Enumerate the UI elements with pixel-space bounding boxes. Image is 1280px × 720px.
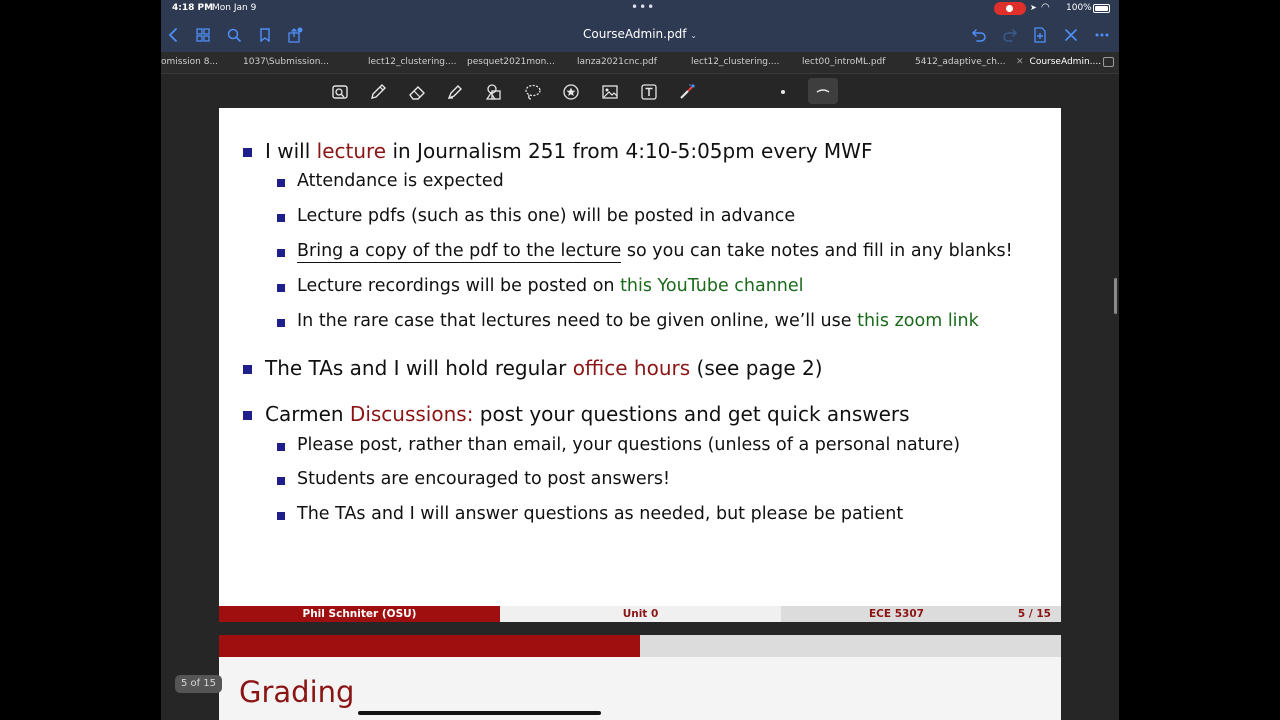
- multitasking-dots-icon[interactable]: •••: [631, 0, 655, 14]
- subbullet-lecture-pdfs: Lecture pdfs (such as this one) will be …: [276, 206, 796, 226]
- pen-icon[interactable]: [367, 81, 389, 103]
- office-hours-highlight: office hours: [572, 356, 691, 380]
- pdf-page-5[interactable]: I will lecture in Journalism 251 from 4:…: [219, 108, 1061, 622]
- add-page-icon[interactable]: [1030, 25, 1050, 45]
- battery-icon: [1093, 4, 1110, 13]
- page6-heading: Grading: [239, 675, 355, 709]
- subbullet-online: In the rare case that lectures need to b…: [277, 311, 979, 331]
- eraser-icon[interactable]: [406, 81, 428, 103]
- subbullet-tas-answer: The TAs and I will answer questions as n…: [276, 504, 904, 524]
- footer-page: 5 / 15: [1017, 608, 1051, 620]
- carmen-post: post your questions and get quick answer…: [473, 402, 910, 426]
- page-indicator: 5 of 15: [175, 675, 222, 693]
- tab-0[interactable]: omission 8...: [161, 57, 218, 67]
- bullet-lecture-pre: I will: [265, 139, 317, 163]
- undo-icon[interactable]: [969, 25, 989, 45]
- dot-size-icon[interactable]: [772, 81, 794, 103]
- chevron-down-icon: ⌄: [690, 31, 697, 40]
- subbullet-please-post: Please post, rather than email, your que…: [276, 435, 961, 455]
- footer-course: ECE 5307: [869, 608, 924, 620]
- home-indicator[interactable]: [358, 711, 601, 715]
- footer-author: Phil Schniter (OSU): [219, 606, 500, 622]
- sidebar-toggle-icon[interactable]: [1103, 57, 1114, 67]
- office-hours-pre: The TAs and I will hold regular: [265, 356, 573, 380]
- page6-header-bar-right: [640, 635, 1061, 657]
- zoom-link[interactable]: this zoom link: [857, 311, 979, 331]
- ipad-screen: 4:18 PM Mon Jan 9 ••• ➤ ◠ 100% CourseAdm…: [161, 0, 1119, 720]
- highlighter-icon[interactable]: [444, 81, 466, 103]
- subbullet-attendance: Attendance is expected: [277, 171, 504, 191]
- screen-recording-icon[interactable]: [994, 2, 1026, 15]
- office-hours-post: (see page 2): [690, 356, 823, 380]
- subbullet-students-encouraged: Students are encouraged to post answers!: [276, 469, 671, 489]
- wifi-icon: ◠: [1041, 2, 1050, 13]
- subbullet-bring-copy: Bring a copy of the pdf to the lecture s…: [277, 241, 1013, 263]
- document-title-text: CourseAdmin.pdf: [583, 27, 687, 41]
- scroll-indicator[interactable]: [1114, 278, 1117, 314]
- page6-header-bar: [219, 635, 640, 657]
- bullet-carmen: Carmen Discussions: post your questions …: [243, 402, 910, 426]
- online-text: In the rare case that lectures need to b…: [297, 311, 858, 331]
- tab-8-label: CourseAdmin....: [1029, 57, 1102, 67]
- footer-unit: Unit 0: [500, 606, 781, 622]
- tab-5[interactable]: lect12_clustering....: [691, 57, 779, 67]
- tab-1[interactable]: 1037\Submission...: [243, 57, 329, 67]
- bring-copy-rest: so you can take notes and fill in any bl…: [621, 241, 1013, 261]
- bring-copy-underlined: Bring a copy of the pdf to the lecture: [297, 241, 622, 263]
- tab-6[interactable]: lect00_introML.pdf: [802, 57, 885, 67]
- tab-3[interactable]: pesquet2021mon...: [467, 57, 555, 67]
- tab-4[interactable]: lanza2021cnc.pdf: [577, 57, 657, 67]
- title-bar: CourseAdmin.pdf ⌄: [161, 18, 1119, 52]
- recordings-text: Lecture recordings will be posted on: [297, 276, 621, 296]
- shapes-icon[interactable]: [483, 81, 505, 103]
- carmen-pre: Carmen: [265, 402, 350, 426]
- lasso-select-icon[interactable]: [329, 81, 351, 103]
- redo-icon[interactable]: [1000, 25, 1020, 45]
- tab-7[interactable]: 5412_adaptive_ch...: [915, 57, 1006, 67]
- close-tab-icon[interactable]: ✕: [1016, 57, 1024, 67]
- pdf-page-6[interactable]: Grading: [219, 635, 1061, 720]
- bullet-lecture-post: in Journalism 251 from 4:10-5:05pm every…: [386, 139, 873, 163]
- status-date: Mon Jan 9: [212, 3, 257, 13]
- bullet-lecture: I will lecture in Journalism 251 from 4:…: [242, 139, 873, 163]
- tab-2[interactable]: lect12_clustering....: [368, 57, 456, 67]
- tab-8-active[interactable]: ✕ CourseAdmin....: [1016, 57, 1101, 67]
- status-bar: 4:18 PM Mon Jan 9 ••• ➤ ◠ 100%: [161, 0, 1119, 18]
- bullet-lecture-highlight: lecture: [316, 139, 387, 163]
- location-icon: ➤: [1030, 3, 1037, 12]
- tab-bar: omission 8... 1037\Submission... lect12_…: [161, 52, 1119, 74]
- stroke-style-icon[interactable]: [808, 78, 838, 104]
- lasso-icon[interactable]: [522, 81, 544, 103]
- slide-footer: Phil Schniter (OSU) Unit 0 ECE 5307 5 / …: [219, 606, 1061, 622]
- laser-pointer-icon[interactable]: [676, 81, 698, 103]
- footer-right: ECE 5307 5 / 15: [781, 606, 1061, 622]
- annotation-toolbar: [161, 74, 1119, 108]
- status-time: 4:18 PM: [172, 3, 214, 13]
- text-icon[interactable]: [638, 81, 660, 103]
- battery-percent: 100%: [1066, 3, 1092, 13]
- image-icon[interactable]: [599, 81, 621, 103]
- carmen-highlight: Discussions:: [349, 402, 474, 426]
- subbullet-recordings: Lecture recordings will be posted on thi…: [277, 276, 804, 296]
- bullet-office-hours: The TAs and I will hold regular office h…: [243, 356, 823, 380]
- youtube-channel-link[interactable]: this YouTube channel: [620, 276, 803, 296]
- close-icon[interactable]: [1061, 25, 1081, 45]
- more-icon[interactable]: [1092, 25, 1112, 45]
- sticker-icon[interactable]: [560, 81, 582, 103]
